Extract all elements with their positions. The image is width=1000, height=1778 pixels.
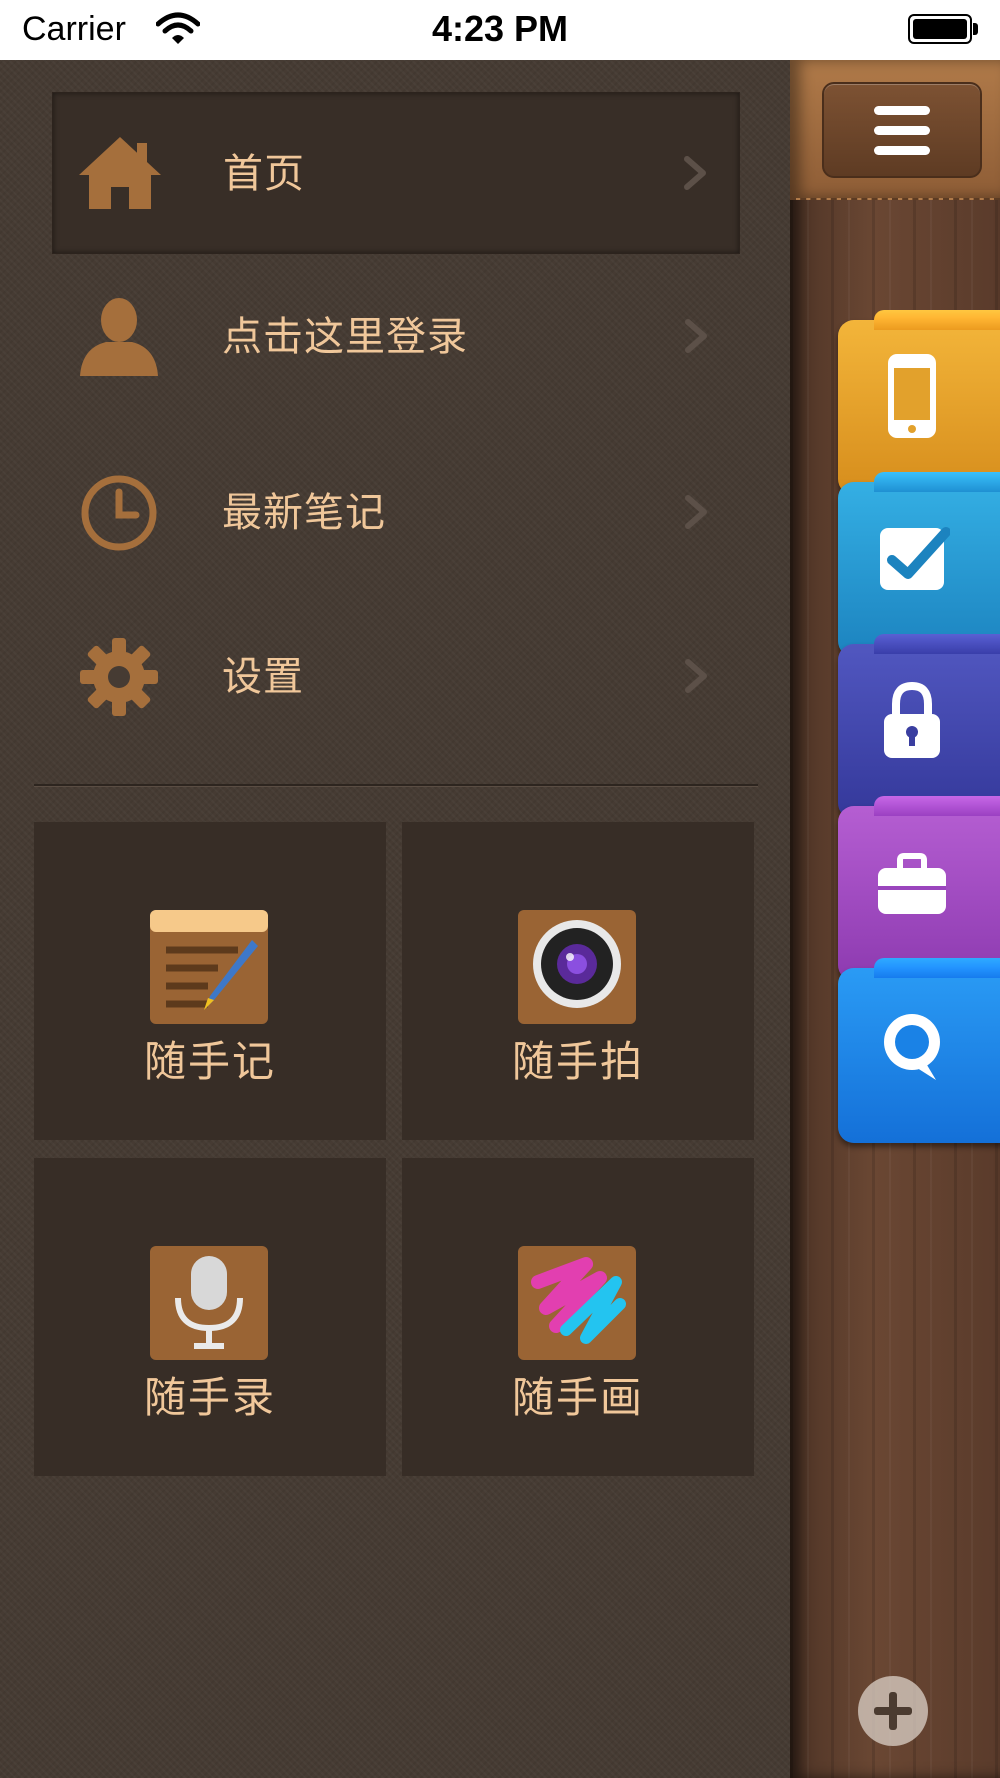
- chevron-right-icon: [684, 156, 706, 190]
- menu-item-login[interactable]: 点击这里登录: [52, 256, 740, 418]
- notepad-pen-icon: [150, 910, 268, 1024]
- gear-icon: [80, 638, 158, 716]
- camera-icon: [518, 910, 636, 1024]
- tile-label: 随手拍: [511, 1037, 644, 1086]
- clock-icon: [81, 475, 157, 551]
- tile-label: 随手画: [511, 1373, 644, 1422]
- menu-item-label: 点击这里登录: [222, 314, 468, 360]
- notebook-tab-chat[interactable]: [838, 968, 1000, 1143]
- tile-label: 随手录: [143, 1373, 276, 1422]
- notebook-tab-tasks[interactable]: [838, 482, 1000, 657]
- menu-item-home[interactable]: 首页: [52, 92, 740, 254]
- menu-item-label: 设置: [222, 654, 304, 700]
- status-time: 4:23 PM: [431, 8, 569, 49]
- chat-bubble-icon: [884, 1014, 940, 1080]
- plus-icon: [874, 1692, 912, 1730]
- hamburger-icon: [874, 106, 930, 115]
- main-content: [790, 60, 1000, 1778]
- top-bar: [790, 60, 1000, 200]
- lock-icon: [884, 681, 940, 758]
- menu-item-label: 最新笔记: [222, 490, 386, 536]
- battery-icon: [908, 14, 980, 46]
- chevron-right-icon: [685, 319, 707, 353]
- notebook-tab-work[interactable]: [838, 806, 1000, 981]
- briefcase-icon: [878, 853, 946, 914]
- tile-quick-record[interactable]: 随手录: [34, 1158, 386, 1476]
- tile-quick-draw[interactable]: 随手画: [402, 1158, 754, 1476]
- menu-divider: [34, 784, 758, 787]
- notebook-tab-private[interactable]: [838, 644, 1000, 819]
- menu-item-recent-notes[interactable]: 最新笔记: [52, 432, 740, 594]
- user-icon: [80, 298, 158, 376]
- home-icon: [79, 137, 161, 209]
- paint-strokes-icon: [518, 1246, 636, 1360]
- checkbox-icon: [880, 527, 950, 590]
- notebook-tab-phone[interactable]: [838, 320, 1000, 495]
- menu-toggle-button[interactable]: [822, 82, 982, 178]
- status-bar: Carrier 4:23 PM: [0, 0, 1000, 60]
- chevron-right-icon: [685, 495, 707, 529]
- menu-item-settings[interactable]: 设置: [52, 596, 740, 758]
- phone-icon: [888, 354, 936, 438]
- microphone-icon: [150, 1246, 268, 1360]
- chevron-right-icon: [685, 659, 707, 693]
- side-menu: 首页 点击这里登录 最新笔记 设置 随手记 随手拍 随手录 随手画: [0, 60, 790, 1778]
- add-button[interactable]: [858, 1676, 928, 1746]
- menu-item-label: 首页: [223, 151, 305, 197]
- tile-quick-note[interactable]: 随手记: [34, 822, 386, 1140]
- tile-label: 随手记: [143, 1037, 276, 1086]
- tile-quick-photo[interactable]: 随手拍: [402, 822, 754, 1140]
